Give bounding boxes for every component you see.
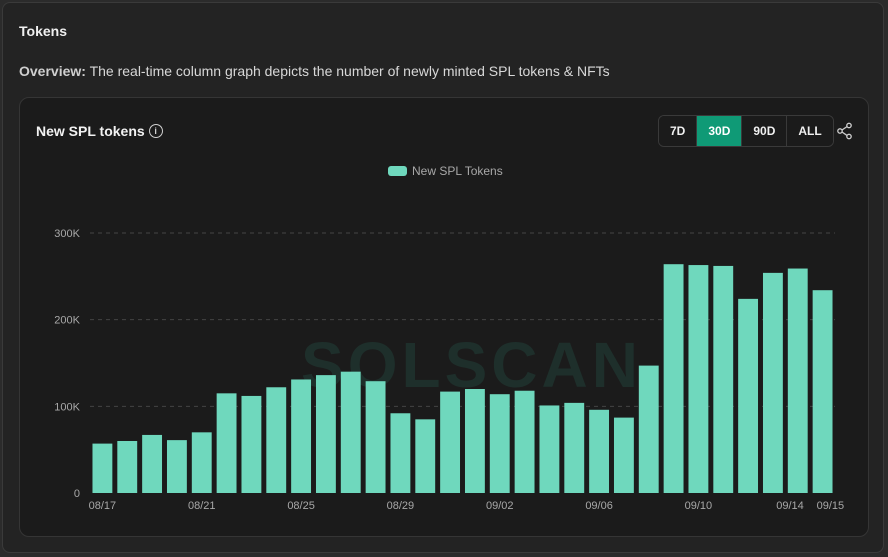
bar[interactable] [291,379,312,493]
overview-label: Overview: [19,63,86,79]
section-title: Tokens [19,23,67,39]
x-tick-label: 09/02 [486,500,514,512]
x-tick-label: 09/15 [817,500,845,512]
bar[interactable] [464,389,485,493]
bar[interactable] [166,440,187,493]
x-tick-label: 08/21 [188,500,216,512]
bar[interactable] [92,443,113,493]
tokens-panel: Tokens Overview: The real-time column gr… [2,2,884,553]
bar[interactable] [688,265,709,493]
bar[interactable] [713,265,734,493]
x-tick-label: 08/29 [387,500,415,512]
bar[interactable] [440,391,461,493]
bar[interactable] [216,393,237,493]
bar[interactable] [266,387,287,493]
y-tick-label: 200K [54,315,80,327]
bar[interactable] [365,381,386,493]
x-tick-label: 09/06 [585,500,613,512]
bar[interactable] [812,290,833,493]
x-tick-label: 08/17 [89,500,117,512]
bar[interactable] [539,405,560,493]
bar[interactable] [613,417,634,493]
bar[interactable] [390,413,411,493]
x-tick-label: 09/14 [776,500,804,512]
bar[interactable] [191,432,212,493]
bar[interactable] [489,394,510,493]
x-tick-label: 09/10 [685,500,713,512]
y-tick-label: 300K [54,228,80,240]
bar[interactable] [241,395,262,493]
bar[interactable] [340,371,361,493]
bar[interactable] [514,390,535,493]
bar[interactable] [117,441,138,493]
x-tick-label: 08/25 [287,500,315,512]
bar[interactable] [663,264,684,493]
overview-text: Overview: The real-time column graph dep… [19,63,610,79]
overview-description: The real-time column graph depicts the n… [85,63,610,79]
bar[interactable] [589,409,610,493]
y-tick-label: 0 [74,488,80,500]
bar-chart: 0 100K 200K 300K 08/17 08/21 08/25 08/29 09/02 09… [54,228,845,512]
bar[interactable] [142,434,163,493]
bar[interactable] [415,419,436,493]
y-tick-label: 100K [54,401,80,413]
bar[interactable] [762,272,783,493]
bar[interactable] [638,365,659,493]
bar[interactable] [564,402,585,493]
bar[interactable] [738,298,759,493]
bar[interactable] [787,268,808,493]
chart-card: New SPL tokens i 7D 30D 90D ALL New SPL … [19,97,869,537]
bar[interactable] [315,375,336,493]
